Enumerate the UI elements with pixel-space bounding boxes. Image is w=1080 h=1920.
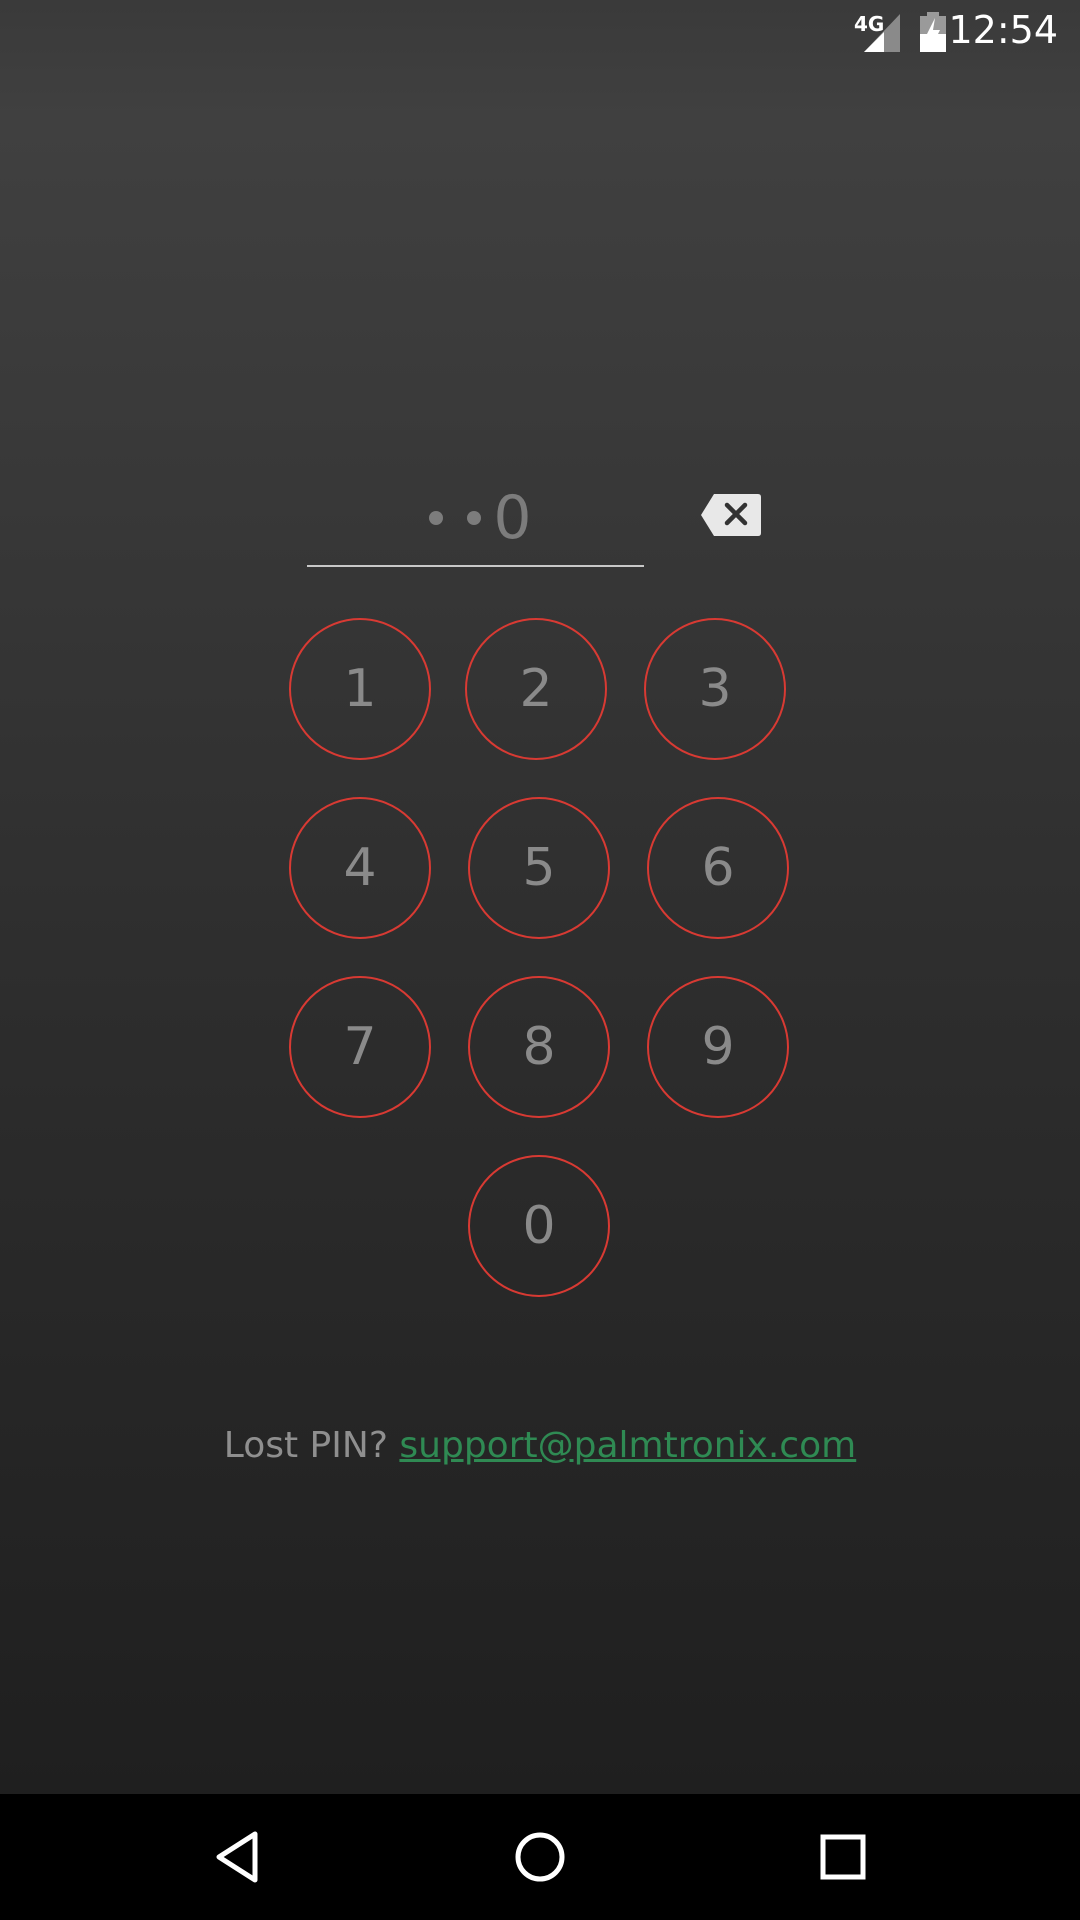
pin-entry-field[interactable]: 0 bbox=[307, 470, 644, 567]
key-7[interactable]: 7 bbox=[289, 976, 431, 1118]
pin-lock-screen: 4G 12:54 0 1 2 3 4 5 6 7 8 9 0 Lost PIN?… bbox=[0, 0, 1080, 1920]
back-triangle-icon bbox=[216, 1831, 258, 1883]
recents-button[interactable] bbox=[763, 1794, 923, 1920]
lost-pin-label: Lost PIN? bbox=[223, 1425, 388, 1466]
status-bar: 4G 12:54 bbox=[0, 0, 1080, 64]
pin-mask-dot bbox=[429, 510, 444, 525]
key-4[interactable]: 4 bbox=[289, 797, 431, 939]
navigation-bar bbox=[0, 1794, 1080, 1920]
support-email-link[interactable]: support@palmtronix.com bbox=[399, 1425, 856, 1466]
key-9[interactable]: 9 bbox=[647, 976, 789, 1118]
key-5[interactable]: 5 bbox=[468, 797, 610, 939]
home-button[interactable] bbox=[460, 1794, 620, 1920]
pin-mask-dot bbox=[467, 510, 482, 525]
signal-icon bbox=[864, 14, 900, 52]
key-8[interactable]: 8 bbox=[468, 976, 610, 1118]
battery-charging-icon bbox=[920, 12, 946, 52]
back-button[interactable] bbox=[157, 1794, 317, 1920]
key-0[interactable]: 0 bbox=[468, 1155, 610, 1297]
backspace-icon[interactable] bbox=[700, 492, 762, 538]
clock: 12:54 bbox=[948, 8, 1058, 52]
lost-pin-message: Lost PIN? support@palmtronix.com bbox=[0, 1425, 1080, 1466]
key-1[interactable]: 1 bbox=[289, 618, 431, 760]
home-circle-icon bbox=[515, 1832, 565, 1882]
key-6[interactable]: 6 bbox=[647, 797, 789, 939]
key-3[interactable]: 3 bbox=[644, 618, 786, 760]
key-2[interactable]: 2 bbox=[465, 618, 607, 760]
pin-last-digit: 0 bbox=[493, 482, 534, 553]
recents-square-icon bbox=[820, 1834, 866, 1880]
